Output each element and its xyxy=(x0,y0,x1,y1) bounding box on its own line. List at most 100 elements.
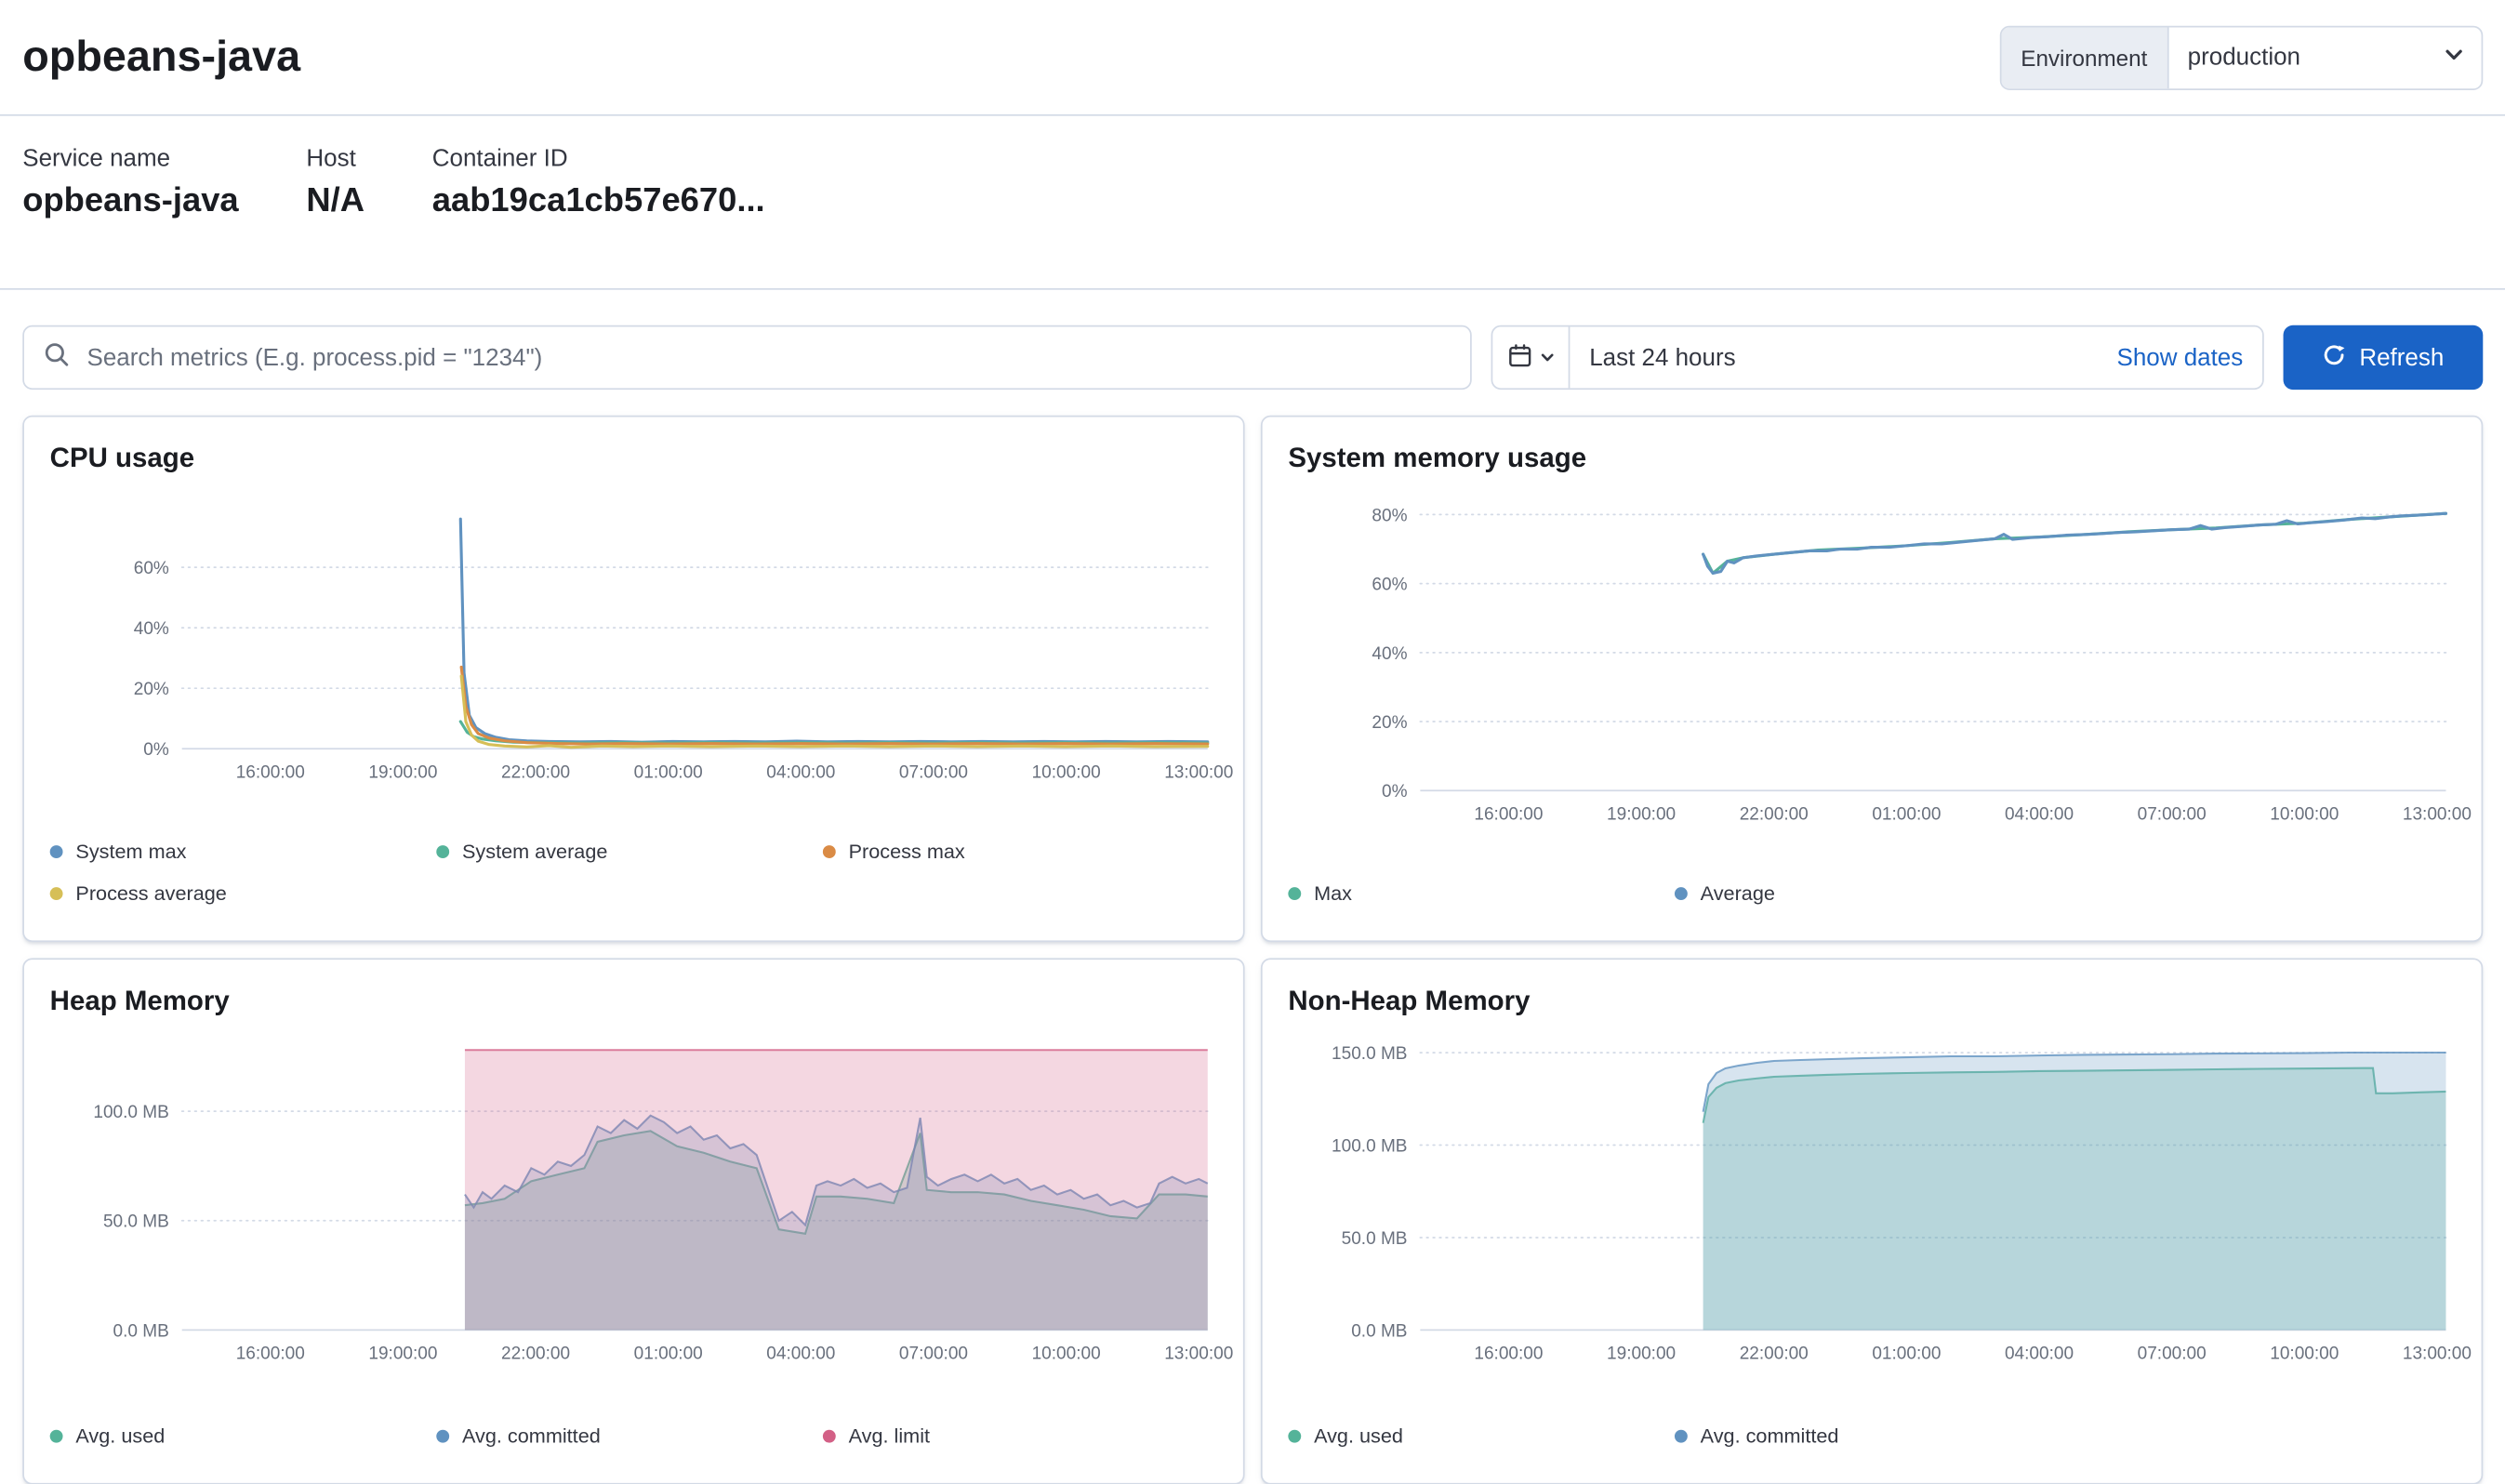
svg-text:10:00:00: 10:00:00 xyxy=(1032,1345,1101,1364)
system-memory-usage-chart[interactable]: 0%20%40%60%80%16:00:0019:00:0022:00:0001… xyxy=(1288,488,2455,829)
svg-text:04:00:00: 04:00:00 xyxy=(2005,804,2074,824)
svg-text:10:00:00: 10:00:00 xyxy=(1032,762,1101,782)
header: opbeans-java Environment production xyxy=(0,0,2505,116)
svg-text:0.0 MB: 0.0 MB xyxy=(113,1321,169,1341)
legend-item[interactable]: Avg. limit xyxy=(823,1415,1210,1457)
search-input[interactable] xyxy=(84,342,1451,373)
legend-item[interactable]: System average xyxy=(436,831,823,873)
legend-item[interactable]: Max xyxy=(1288,873,1675,915)
cpu-usage-panel: CPU usage 0% 20% 40% 60% 16:00:00 19:00:00 22:… xyxy=(22,416,1244,942)
legend-label: Max xyxy=(1314,882,1352,905)
legend-item[interactable]: Avg. used xyxy=(1288,1415,1675,1457)
svg-text:10:00:00: 10:00:00 xyxy=(2270,804,2339,824)
svg-text:01:00:00: 01:00:00 xyxy=(634,762,703,782)
legend-item[interactable]: System max xyxy=(50,831,437,873)
svg-text:16:00:00: 16:00:00 xyxy=(236,762,305,782)
legend-item[interactable]: Process average xyxy=(50,873,437,915)
legend-label: Avg. limit xyxy=(849,1425,930,1448)
legend-label: Avg. committed xyxy=(1701,1425,1839,1448)
legend-item[interactable]: Average xyxy=(1675,873,2061,915)
service-info-row: Service name opbeans-java Host N/A Conta… xyxy=(0,116,2505,290)
svg-text:50.0 MB: 50.0 MB xyxy=(103,1212,169,1232)
chart-panels: CPU usage 0% 20% 40% 60% 16:00:00 19:00:00 22:… xyxy=(0,390,2505,1484)
legend-dot xyxy=(1288,887,1301,900)
svg-text:150.0 MB: 150.0 MB xyxy=(1332,1044,1407,1064)
svg-text:04:00:00: 04:00:00 xyxy=(2005,1345,2074,1364)
time-range-value[interactable]: Last 24 hours xyxy=(1570,344,2116,371)
svg-text:20%: 20% xyxy=(134,680,169,699)
legend-label: Avg. used xyxy=(1314,1425,1403,1448)
heap-memory-panel: Heap Memory 0.0 MB50.0 MB100.0 MB16:00:0… xyxy=(22,958,1244,1484)
legend-item[interactable]: Avg. committed xyxy=(1675,1415,2061,1457)
legend-item[interactable]: Avg. committed xyxy=(436,1415,823,1457)
non-heap-memory-legend: Avg. used Avg. committed xyxy=(1288,1415,2455,1457)
svg-text:0%: 0% xyxy=(143,740,169,760)
legend-dot xyxy=(50,845,63,858)
svg-text:13:00:00: 13:00:00 xyxy=(1164,762,1233,782)
legend-label: System average xyxy=(462,841,607,863)
host-field: Host N/A xyxy=(306,145,364,288)
chevron-down-icon xyxy=(1539,345,1555,369)
svg-text:22:00:00: 22:00:00 xyxy=(501,762,570,782)
page-title: opbeans-java xyxy=(22,33,300,83)
system-memory-usage-title: System memory usage xyxy=(1288,443,2455,475)
calendar-icon xyxy=(1506,342,1532,373)
page: opbeans-java Environment production Serv… xyxy=(0,0,2505,1484)
environment-value: production xyxy=(2188,44,2300,71)
legend-label: Avg. committed xyxy=(462,1425,601,1448)
svg-text:01:00:00: 01:00:00 xyxy=(1872,1345,1941,1364)
host-value: N/A xyxy=(306,182,364,221)
environment-value-select[interactable]: production xyxy=(2168,27,2482,88)
svg-text:22:00:00: 22:00:00 xyxy=(1740,1345,1809,1364)
svg-text:16:00:00: 16:00:00 xyxy=(236,1345,305,1364)
svg-text:60%: 60% xyxy=(134,559,169,578)
host-label: Host xyxy=(306,145,364,172)
heap-memory-chart[interactable]: 0.0 MB50.0 MB100.0 MB16:00:0019:00:0022:… xyxy=(50,1030,1217,1369)
legend-label: Process average xyxy=(75,882,226,905)
show-dates-link[interactable]: Show dates xyxy=(2117,344,2263,371)
legend-item[interactable]: Process max xyxy=(823,831,1210,873)
non-heap-memory-chart[interactable]: 0.0 MB50.0 MB100.0 MB150.0 MB16:00:0019:… xyxy=(1288,1030,2455,1369)
svg-text:16:00:00: 16:00:00 xyxy=(1474,804,1543,824)
svg-text:0%: 0% xyxy=(1382,782,1408,802)
metrics-search-box xyxy=(22,325,1472,390)
legend-dot xyxy=(436,845,449,858)
legend-dot xyxy=(823,845,836,858)
container-id-value: aab19ca1cb57e670... xyxy=(432,182,765,221)
svg-text:16:00:00: 16:00:00 xyxy=(1474,1345,1543,1364)
heap-memory-legend: Avg. used Avg. committed Avg. limit xyxy=(50,1415,1217,1457)
apm-service-metrics-page: opbeans-java Environment production Serv… xyxy=(0,0,2505,1484)
search-icon xyxy=(44,340,70,374)
svg-text:04:00:00: 04:00:00 xyxy=(766,762,835,782)
environment-select: Environment production xyxy=(2000,25,2484,89)
legend-dot xyxy=(1288,1430,1301,1443)
legend-label: Average xyxy=(1701,882,1775,905)
container-id-label: Container ID xyxy=(432,145,765,172)
legend-item[interactable]: Avg. used xyxy=(50,1415,437,1457)
svg-text:07:00:00: 07:00:00 xyxy=(2138,1345,2207,1364)
svg-text:07:00:00: 07:00:00 xyxy=(899,1345,968,1364)
svg-text:01:00:00: 01:00:00 xyxy=(634,1345,703,1364)
legend-dot xyxy=(50,887,63,900)
svg-text:40%: 40% xyxy=(134,619,169,639)
legend-dot xyxy=(1675,887,1688,900)
chevron-down-icon xyxy=(2443,43,2465,72)
svg-text:19:00:00: 19:00:00 xyxy=(368,762,437,782)
legend-label: Process max xyxy=(849,841,965,863)
legend-dot xyxy=(1675,1430,1688,1443)
cpu-usage-legend: System max System average Process max Proce… xyxy=(50,831,1217,915)
svg-text:13:00:00: 13:00:00 xyxy=(2403,804,2472,824)
svg-text:22:00:00: 22:00:00 xyxy=(501,1345,570,1364)
svg-text:20%: 20% xyxy=(1372,713,1407,733)
cpu-usage-title: CPU usage xyxy=(50,443,1217,475)
svg-text:100.0 MB: 100.0 MB xyxy=(93,1103,168,1122)
svg-text:19:00:00: 19:00:00 xyxy=(1607,1345,1676,1364)
svg-text:40%: 40% xyxy=(1372,644,1407,664)
cpu-usage-chart[interactable]: 0% 20% 40% 60% 16:00:00 19:00:00 22:00:00 01:00… xyxy=(50,488,1217,788)
container-id-field: Container ID aab19ca1cb57e670... xyxy=(432,145,765,288)
date-picker: Last 24 hours Show dates xyxy=(1491,325,2264,390)
quick-select-button[interactable] xyxy=(1492,327,1570,389)
non-heap-memory-title: Non-Heap Memory xyxy=(1288,986,2455,1018)
legend-dot xyxy=(823,1430,836,1443)
refresh-button[interactable]: Refresh xyxy=(2284,325,2484,390)
